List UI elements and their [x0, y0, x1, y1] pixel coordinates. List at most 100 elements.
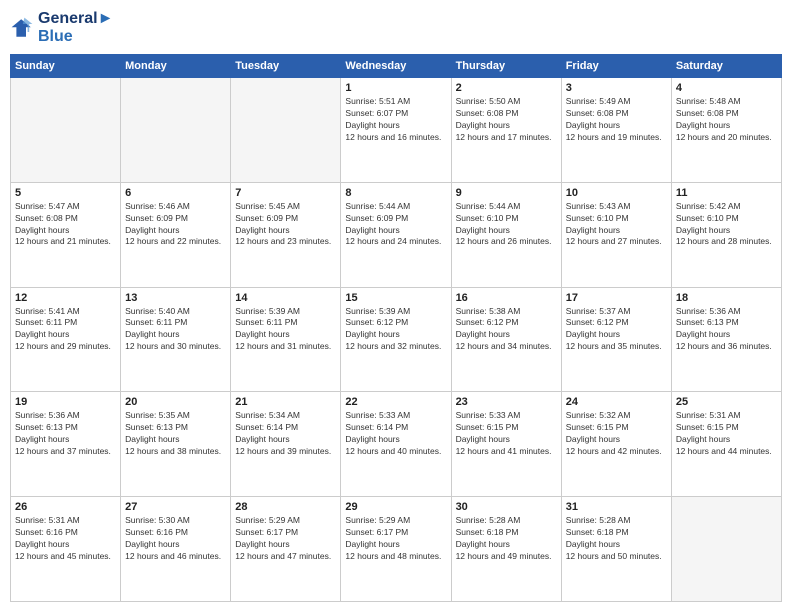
calendar-cell: 19 Sunrise: 5:36 AMSunset: 6:13 PMDayligh… [11, 392, 121, 497]
day-info: Sunrise: 5:36 AMSunset: 6:13 PMDaylight … [676, 306, 777, 354]
day-number: 17 [566, 292, 667, 304]
weekday-header-wednesday: Wednesday [341, 55, 451, 78]
day-number: 13 [125, 292, 226, 304]
calendar-cell: 1 Sunrise: 5:51 AMSunset: 6:07 PMDaylight… [341, 78, 451, 183]
day-info: Sunrise: 5:30 AMSunset: 6:16 PMDaylight … [125, 515, 226, 563]
calendar-cell: 9 Sunrise: 5:44 AMSunset: 6:10 PMDaylight… [451, 182, 561, 287]
day-info: Sunrise: 5:28 AMSunset: 6:18 PMDaylight … [566, 515, 667, 563]
day-info: Sunrise: 5:28 AMSunset: 6:18 PMDaylight … [456, 515, 557, 563]
weekday-header-saturday: Saturday [671, 55, 781, 78]
calendar-cell: 30Sunrise: 5:28 AMSunset: 6:18 PMDayligh… [451, 497, 561, 602]
calendar-cell [231, 78, 341, 183]
day-info: Sunrise: 5:29 AMSunset: 6:17 PMDaylight … [345, 515, 446, 563]
calendar-cell: 17 Sunrise: 5:37 AMSunset: 6:12 PMDayligh… [561, 287, 671, 392]
day-number: 14 [235, 292, 336, 304]
calendar-cell: 5Sunrise: 5:47 AMSunset: 6:08 PMDaylight… [11, 182, 121, 287]
day-number: 23 [456, 396, 557, 408]
calendar-week-row: 5Sunrise: 5:47 AMSunset: 6:08 PMDaylight… [11, 182, 782, 287]
day-info: Sunrise: 5:36 AMSunset: 6:13 PMDaylight … [15, 410, 116, 458]
day-info: Sunrise: 5:33 AMSunset: 6:15 PMDaylight … [456, 410, 557, 458]
day-info: Sunrise: 5:35 AMSunset: 6:13 PMDaylight … [125, 410, 226, 458]
day-number: 28 [235, 501, 336, 513]
calendar-cell: 25 Sunrise: 5:31 AMSunset: 6:15 PMDayligh… [671, 392, 781, 497]
calendar-cell: 20Sunrise: 5:35 AMSunset: 6:13 PMDayligh… [121, 392, 231, 497]
calendar-cell: 27 Sunrise: 5:30 AMSunset: 6:16 PMDayligh… [121, 497, 231, 602]
calendar-week-row: 26Sunrise: 5:31 AMSunset: 6:16 PMDayligh… [11, 497, 782, 602]
weekday-header-thursday: Thursday [451, 55, 561, 78]
calendar-cell: 3 Sunrise: 5:49 AMSunset: 6:08 PMDaylight… [561, 78, 671, 183]
calendar-cell: 11 Sunrise: 5:42 AMSunset: 6:10 PMDayligh… [671, 182, 781, 287]
day-info: Sunrise: 5:43 AMSunset: 6:10 PMDaylight … [566, 201, 667, 249]
day-info: Sunrise: 5:31 AMSunset: 6:15 PMDaylight … [676, 410, 777, 458]
day-number: 10 [566, 187, 667, 199]
calendar-cell: 24 Sunrise: 5:32 AMSunset: 6:15 PMDayligh… [561, 392, 671, 497]
calendar-cell [11, 78, 121, 183]
day-number: 25 [676, 396, 777, 408]
day-number: 27 [125, 501, 226, 513]
day-info: Sunrise: 5:48 AMSunset: 6:08 PMDaylight … [676, 96, 777, 144]
calendar-week-row: 1 Sunrise: 5:51 AMSunset: 6:07 PMDaylight… [11, 78, 782, 183]
calendar-cell: 18 Sunrise: 5:36 AMSunset: 6:13 PMDayligh… [671, 287, 781, 392]
calendar-cell [121, 78, 231, 183]
day-info: Sunrise: 5:34 AMSunset: 6:14 PMDaylight … [235, 410, 336, 458]
day-number: 7 [235, 187, 336, 199]
day-info: Sunrise: 5:42 AMSunset: 6:10 PMDaylight … [676, 201, 777, 249]
calendar-cell: 10 Sunrise: 5:43 AMSunset: 6:10 PMDayligh… [561, 182, 671, 287]
day-number: 3 [566, 82, 667, 94]
calendar-cell: 16 Sunrise: 5:38 AMSunset: 6:12 PMDayligh… [451, 287, 561, 392]
day-number: 26 [15, 501, 116, 513]
day-number: 4 [676, 82, 777, 94]
logo: General► Blue [10, 10, 113, 46]
day-info: Sunrise: 5:39 AMSunset: 6:11 PMDaylight … [235, 306, 336, 354]
page: General► Blue SundayMondayTuesdayWednesd… [0, 0, 792, 612]
calendar-cell: 29Sunrise: 5:29 AMSunset: 6:17 PMDayligh… [341, 497, 451, 602]
day-number: 18 [676, 292, 777, 304]
calendar-cell: 13 Sunrise: 5:40 AMSunset: 6:11 PMDayligh… [121, 287, 231, 392]
calendar-cell: 22 Sunrise: 5:33 AMSunset: 6:14 PMDayligh… [341, 392, 451, 497]
day-info: Sunrise: 5:40 AMSunset: 6:11 PMDaylight … [125, 306, 226, 354]
day-number: 16 [456, 292, 557, 304]
calendar-cell: 26Sunrise: 5:31 AMSunset: 6:16 PMDayligh… [11, 497, 121, 602]
day-number: 9 [456, 187, 557, 199]
day-info: Sunrise: 5:50 AMSunset: 6:08 PMDaylight … [456, 96, 557, 144]
day-info: Sunrise: 5:44 AMSunset: 6:10 PMDaylight … [456, 201, 557, 249]
weekday-header-friday: Friday [561, 55, 671, 78]
day-number: 24 [566, 396, 667, 408]
calendar-week-row: 12 Sunrise: 5:41 AMSunset: 6:11 PMDayligh… [11, 287, 782, 392]
weekday-header-monday: Monday [121, 55, 231, 78]
calendar-cell: 2Sunrise: 5:50 AMSunset: 6:08 PMDaylight… [451, 78, 561, 183]
day-number: 22 [345, 396, 446, 408]
calendar-cell: 4 Sunrise: 5:48 AMSunset: 6:08 PMDaylight… [671, 78, 781, 183]
day-info: Sunrise: 5:29 AMSunset: 6:17 PMDaylight … [235, 515, 336, 563]
day-number: 21 [235, 396, 336, 408]
calendar-cell: 15 Sunrise: 5:39 AMSunset: 6:12 PMDayligh… [341, 287, 451, 392]
day-number: 19 [15, 396, 116, 408]
day-number: 1 [345, 82, 446, 94]
day-number: 6 [125, 187, 226, 199]
day-info: Sunrise: 5:41 AMSunset: 6:11 PMDaylight … [15, 306, 116, 354]
day-info: Sunrise: 5:33 AMSunset: 6:14 PMDaylight … [345, 410, 446, 458]
day-info: Sunrise: 5:32 AMSunset: 6:15 PMDaylight … [566, 410, 667, 458]
calendar-cell: 8 Sunrise: 5:44 AMSunset: 6:09 PMDaylight… [341, 182, 451, 287]
day-number: 31 [566, 501, 667, 513]
calendar-header-row: SundayMondayTuesdayWednesdayThursdayFrid… [11, 55, 782, 78]
day-info: Sunrise: 5:49 AMSunset: 6:08 PMDaylight … [566, 96, 667, 144]
day-info: Sunrise: 5:39 AMSunset: 6:12 PMDaylight … [345, 306, 446, 354]
day-number: 12 [15, 292, 116, 304]
calendar-table: SundayMondayTuesdayWednesdayThursdayFrid… [10, 54, 782, 602]
day-info: Sunrise: 5:37 AMSunset: 6:12 PMDaylight … [566, 306, 667, 354]
calendar-cell: 23 Sunrise: 5:33 AMSunset: 6:15 PMDayligh… [451, 392, 561, 497]
weekday-header-tuesday: Tuesday [231, 55, 341, 78]
day-info: Sunrise: 5:51 AMSunset: 6:07 PMDaylight … [345, 96, 446, 144]
day-info: Sunrise: 5:46 AMSunset: 6:09 PMDaylight … [125, 201, 226, 249]
day-info: Sunrise: 5:38 AMSunset: 6:12 PMDaylight … [456, 306, 557, 354]
calendar-cell: 14 Sunrise: 5:39 AMSunset: 6:11 PMDayligh… [231, 287, 341, 392]
day-info: Sunrise: 5:44 AMSunset: 6:09 PMDaylight … [345, 201, 446, 249]
day-number: 11 [676, 187, 777, 199]
day-number: 8 [345, 187, 446, 199]
weekday-header-sunday: Sunday [11, 55, 121, 78]
day-number: 15 [345, 292, 446, 304]
calendar-cell: 31 Sunrise: 5:28 AMSunset: 6:18 PMDayligh… [561, 497, 671, 602]
header: General► Blue [10, 10, 782, 46]
calendar-cell: 21 Sunrise: 5:34 AMSunset: 6:14 PMDayligh… [231, 392, 341, 497]
